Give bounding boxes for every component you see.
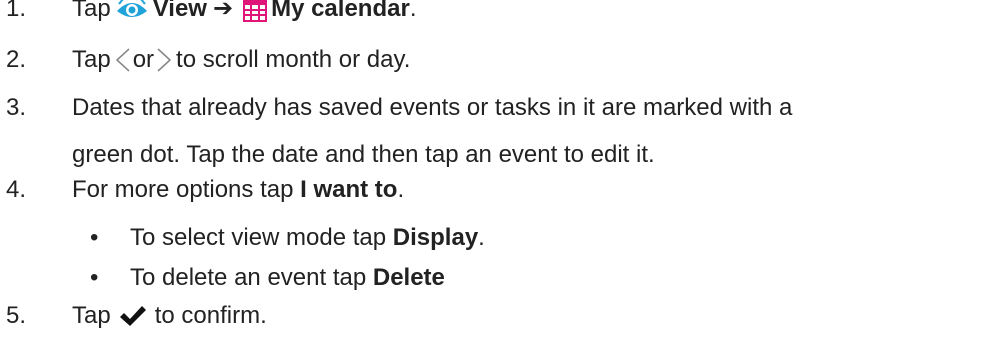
step-text-suffix: . <box>409 0 417 22</box>
step-text: Tap View ➔ My calendar . <box>72 0 416 24</box>
step-text-suffix: to confirm. <box>154 302 267 329</box>
my-calendar-label: My calendar <box>271 0 410 22</box>
substep-text-prefix: To delete an event tap <box>130 264 367 291</box>
step-text-prefix: Tap <box>72 302 111 329</box>
i-want-to-label: I want to <box>300 176 398 203</box>
eye-icon <box>115 0 149 22</box>
arrow-icon: ➔ <box>212 0 234 22</box>
step-number: 4. <box>6 176 27 203</box>
step-text-or: or <box>132 46 155 73</box>
substep-text: To select view mode tap Display. <box>130 223 485 253</box>
step-text-suffix: to scroll month or day. <box>176 46 411 73</box>
display-label: Display <box>392 224 479 251</box>
bullet: • <box>90 224 99 251</box>
step-text-prefix: Tap <box>72 46 111 73</box>
step-text: Tap or to scroll month or day. <box>72 45 410 75</box>
chevron-left-icon <box>115 47 131 73</box>
bullet: • <box>90 264 99 291</box>
chevron-right-icon <box>156 47 172 73</box>
substep-text-prefix: To select view mode tap <box>130 224 387 251</box>
step-text-suffix: . <box>397 176 405 203</box>
step-text: For more options tap I want to. <box>72 175 404 205</box>
step-number: 2. <box>6 46 27 73</box>
step-number: 3. <box>6 94 27 121</box>
checkmark-icon <box>119 304 147 328</box>
substep-text: To delete an event tap Delete <box>130 263 445 293</box>
step-3-continuation: green dot. Tap the date and then tap an … <box>72 141 655 168</box>
instruction-list: 1. Tap View ➔ My calendar . 2. Tap or to… <box>0 0 990 352</box>
step-text-prefix: Tap <box>72 0 111 22</box>
calendar-icon <box>243 0 268 22</box>
step-text: Dates that already has saved events or t… <box>72 94 793 121</box>
step-number: 1. <box>6 0 27 22</box>
substep-text-suffix: . <box>478 224 485 251</box>
delete-label: Delete <box>372 264 445 291</box>
step-text: Tap to confirm. <box>72 301 267 331</box>
view-label: View <box>152 0 207 22</box>
step-text-prefix: For more options tap <box>72 176 294 203</box>
step-number: 5. <box>6 302 27 329</box>
